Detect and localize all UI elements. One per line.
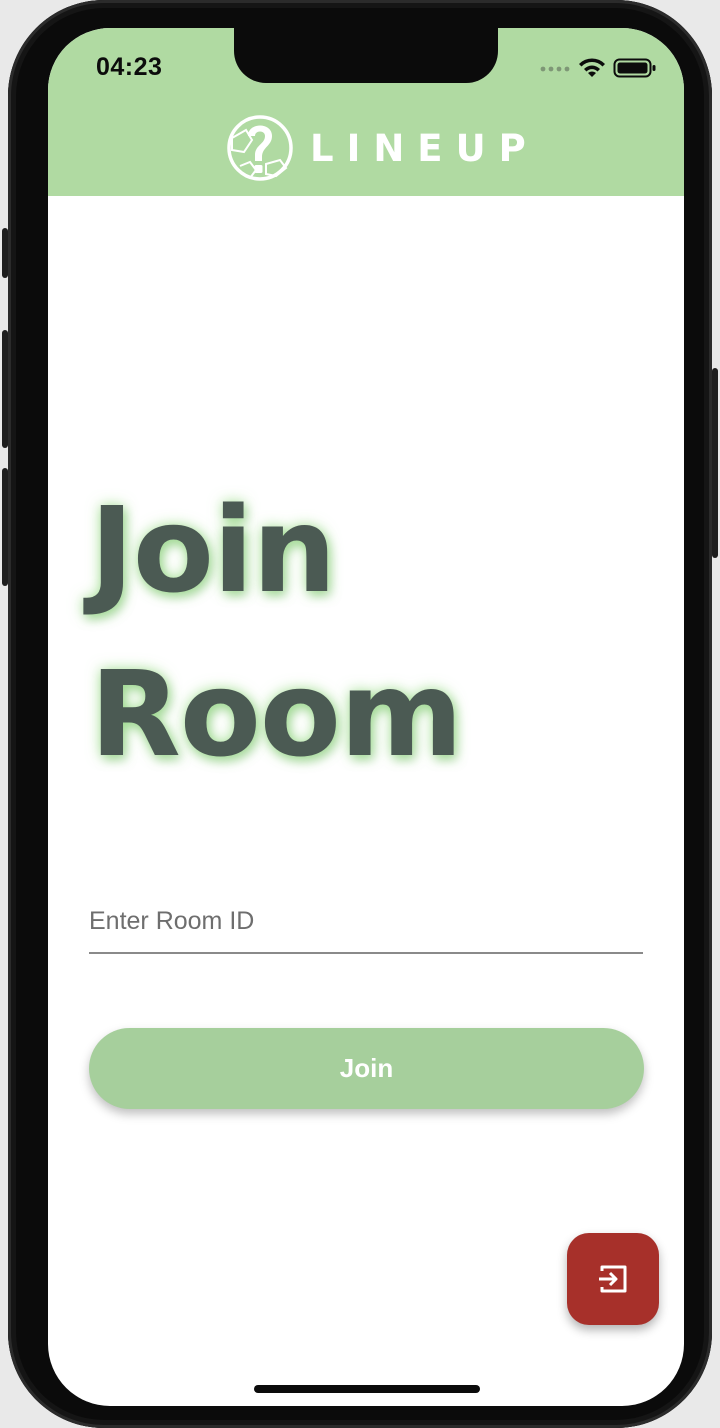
brand-name: LINEUP [310, 126, 539, 170]
page-title-line1: Join [90, 481, 336, 619]
room-id-input[interactable] [89, 890, 643, 954]
join-button[interactable]: Join [89, 1028, 644, 1109]
home-indicator[interactable] [254, 1385, 480, 1393]
brand-logo: LINEUP [226, 114, 539, 182]
page-title: Join Room [90, 468, 463, 796]
power-button [712, 368, 718, 558]
battery-icon [613, 58, 656, 78]
device-notch [234, 28, 498, 83]
signal-dots-icon [540, 66, 570, 72]
soccer-ball-question-mark-logo [227, 115, 293, 181]
page-title-line2: Room [90, 645, 463, 783]
exit-arrow-icon [599, 1265, 627, 1293]
app-screen: 04:23 LINEUP Join Room Enter Room ID Joi… [48, 28, 684, 1406]
wifi-icon [579, 58, 605, 77]
status-icons [540, 56, 657, 80]
exit-button[interactable] [567, 1233, 659, 1325]
phone-frame: 04:23 LINEUP Join Room Enter Room ID Joi… [2, 0, 718, 1428]
volume-up-button [2, 330, 8, 448]
status-time: 04:23 [96, 53, 163, 81]
volume-down-button [2, 468, 8, 586]
side-button [2, 228, 8, 278]
